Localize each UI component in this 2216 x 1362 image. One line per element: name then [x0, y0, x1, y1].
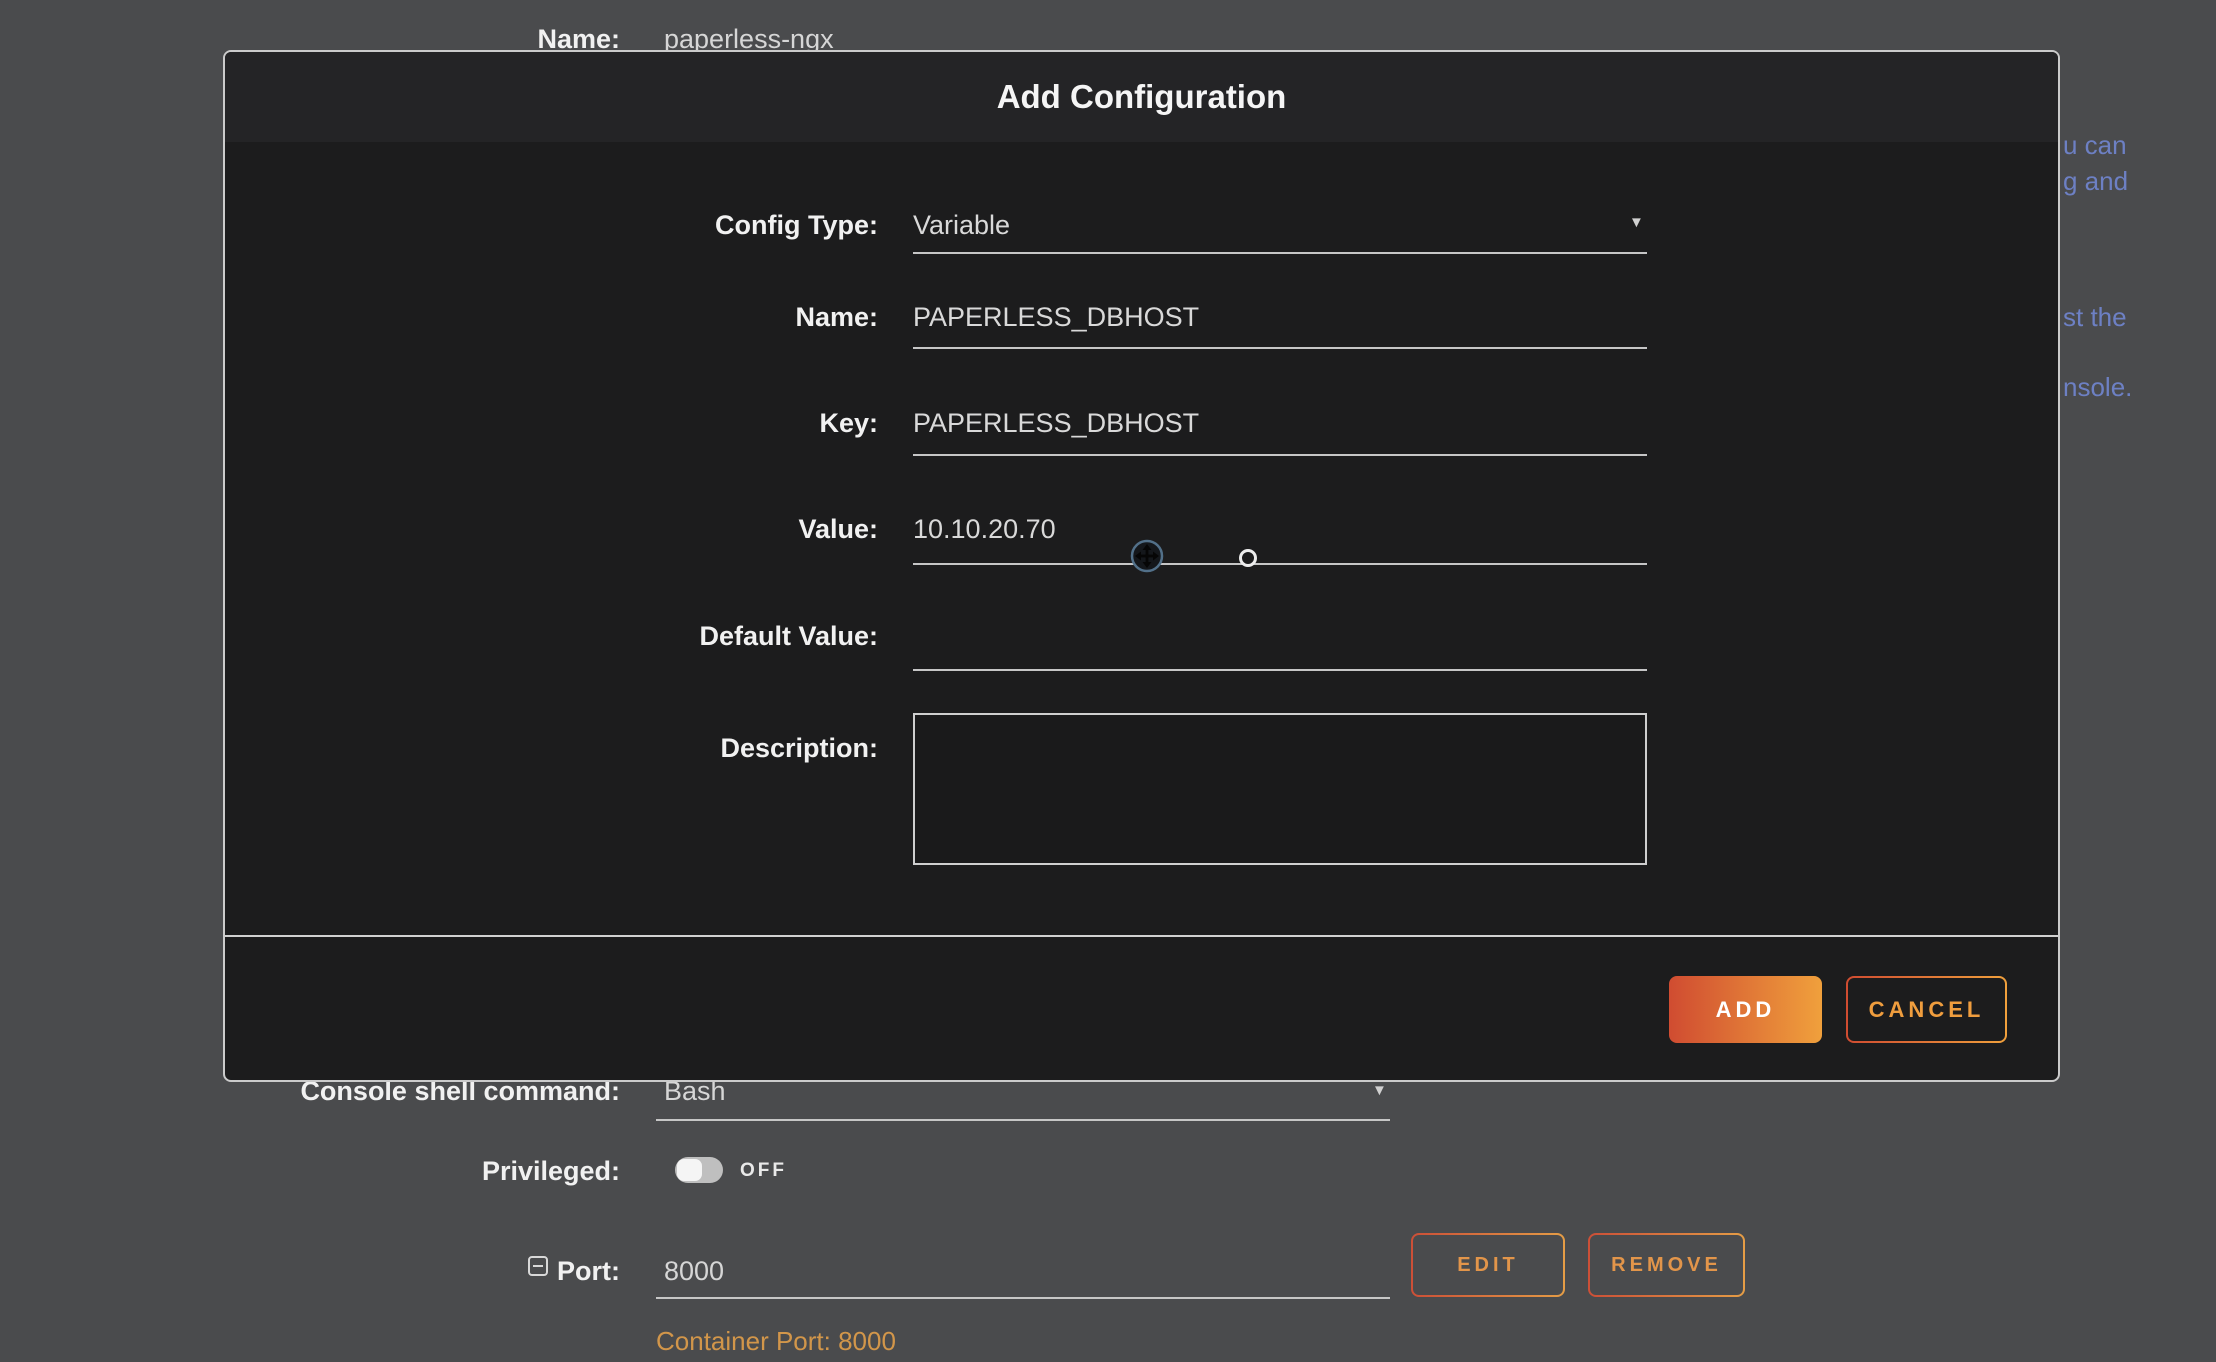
dialog-title: Add Configuration — [225, 52, 2058, 142]
bg-help-text-fragment: g and — [2063, 166, 2128, 197]
container-port-note: Container Port: 8000 — [656, 1326, 896, 1357]
default-value-underline — [913, 669, 1647, 671]
cancel-button[interactable]: CANCEL — [1846, 976, 2007, 1043]
description-label: Description: — [225, 733, 878, 764]
port-label: Port: — [0, 1256, 620, 1287]
dropdown-arrow-icon[interactable]: ▼ — [1629, 214, 1644, 231]
add-button[interactable]: ADD — [1669, 976, 1822, 1043]
description-textarea[interactable] — [913, 713, 1647, 865]
config-type-underline — [913, 252, 1647, 254]
config-type-select[interactable]: Variable — [913, 210, 1010, 241]
remove-button[interactable]: REMOVE — [1588, 1233, 1745, 1297]
edit-button[interactable]: EDIT — [1411, 1233, 1565, 1297]
screen: Name: paperless-ngx u can g and st the n… — [0, 0, 2216, 1362]
dialog-header: Add Configuration — [225, 52, 2058, 142]
name-underline — [913, 347, 1647, 349]
default-value-label: Default Value: — [225, 621, 878, 652]
privileged-label: Privileged: — [0, 1156, 620, 1187]
bg-help-text-fragment: u can — [2063, 130, 2127, 161]
key-underline — [913, 454, 1647, 456]
privileged-state: OFF — [740, 1160, 787, 1182]
port-input[interactable]: 8000 — [664, 1256, 724, 1287]
port-underline — [656, 1297, 1390, 1299]
value-label: Value: — [225, 514, 878, 545]
value-input[interactable]: 10.10.20.70 — [913, 514, 1056, 545]
key-input[interactable]: PAPERLESS_DBHOST — [913, 408, 1199, 439]
key-label: Key: — [225, 408, 878, 439]
circle-cursor-icon — [1239, 549, 1257, 567]
bg-help-text-fragment: st the — [2063, 302, 2127, 333]
value-underline — [913, 563, 1647, 565]
name-label: Name: — [225, 302, 878, 333]
toggle-knob-icon — [677, 1159, 702, 1181]
bg-help-text-fragment: nsole. — [2063, 372, 2132, 403]
config-type-label: Config Type: — [225, 210, 878, 241]
name-input[interactable]: PAPERLESS_DBHOST — [913, 302, 1199, 333]
privileged-toggle[interactable] — [675, 1157, 723, 1183]
dropdown-arrow-icon[interactable]: ▼ — [1372, 1082, 1387, 1099]
footer-divider — [225, 935, 2058, 937]
move-cursor-icon — [1129, 538, 1165, 579]
console-shell-underline — [656, 1119, 1390, 1121]
